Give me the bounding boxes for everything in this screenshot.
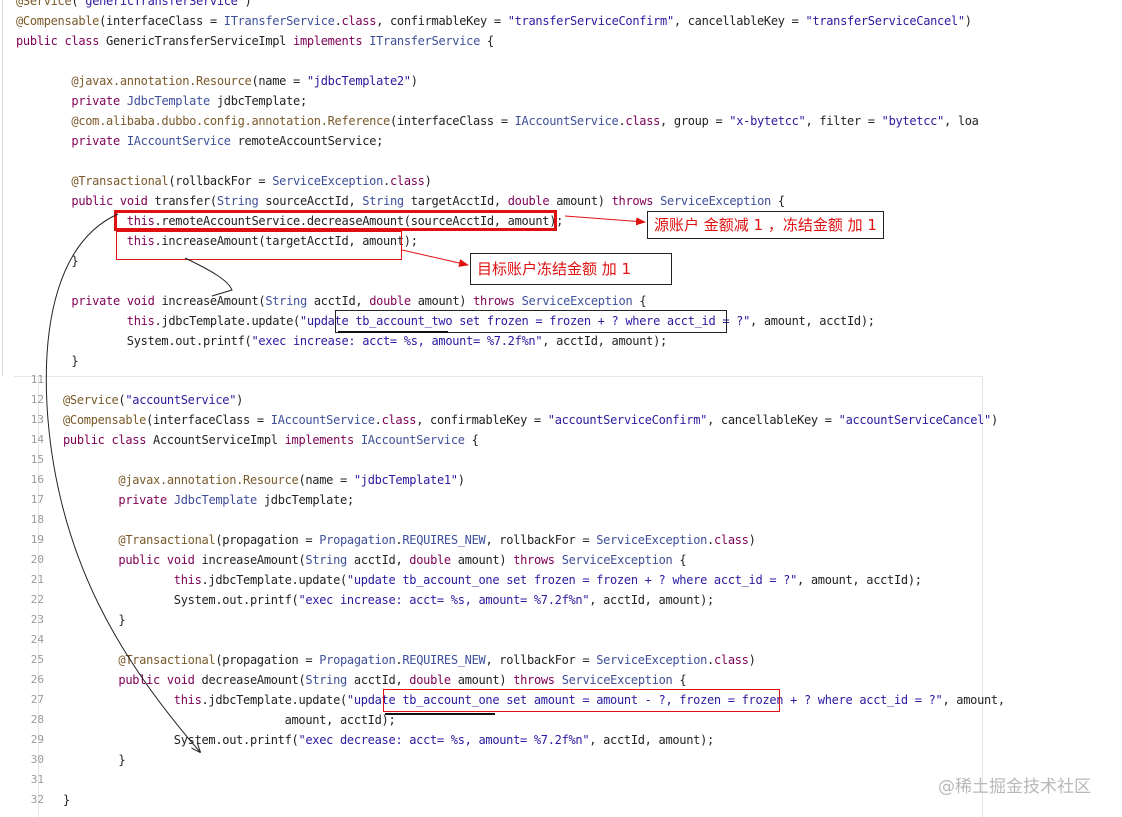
code-line: @Compensable(interfaceClass = IAccountSe… [63,413,998,427]
increase-call-highlight [116,231,402,260]
code-line: private JdbcTemplate jdbcTemplate; [118,493,354,507]
code-line: @com.alibaba.dubbo.config.annotation.Ref… [71,114,979,128]
line-number: 11 [30,373,44,386]
code-line: } [63,613,126,627]
code-line: private void increaseAmount(String acctI… [71,294,647,308]
line-number: 19 [30,533,44,546]
line-number: 27 [30,693,44,706]
line-number: 22 [30,593,44,606]
line-number: 15 [30,453,44,466]
line-number: 29 [30,733,44,746]
code-line: } [63,753,126,767]
line-number: 31 [30,773,44,786]
line-number: 28 [30,713,44,726]
code-line: this.jdbcTemplate.update("update tb_acco… [173,573,922,587]
code-line: @Transactional(propagation = Propagation… [118,533,756,547]
code-line: @Transactional(rollbackFor = ServiceExce… [71,174,432,188]
code-line: public class GenericTransferServiceImpl … [16,34,494,48]
code-line: @Transactional(propagation = Propagation… [118,653,756,667]
code-line: } [16,354,79,368]
line-number: 32 [30,793,44,806]
code-line: @javax.annotation.Resource(name = "jdbcT… [71,74,418,88]
code-line: } [16,254,79,268]
line-number: 12 [30,393,44,406]
code-line: @javax.annotation.Resource(name = "jdbcT… [118,473,465,487]
line-number: 14 [30,433,44,446]
code-line: public class AccountServiceImpl implemen… [63,433,479,447]
code-line: public void transfer(String sourceAcctId… [71,194,785,208]
code-line: } [63,793,70,807]
sql-one-highlight [383,689,780,712]
code-line: @Service("accountService") [63,393,244,407]
target-account-label: 目标账户冻结金额 加 1 [470,253,672,285]
line-number: 17 [30,493,44,506]
line-number: 20 [30,553,44,566]
code-line: System.out.printf("exec increase: acct= … [16,334,667,348]
code-line: public void increaseAmount(String acctId… [118,553,687,567]
line-number: 24 [30,633,44,646]
line-number: 18 [30,513,44,526]
code-line: System.out.printf("exec decrease: acct= … [63,733,714,747]
code-line: amount, acctId); [63,713,396,727]
code-line: private IAccountService remoteAccountSer… [71,134,384,148]
line-number: 13 [30,413,44,426]
line-number: 23 [30,613,44,626]
line-number: 21 [30,573,44,586]
line-number: 16 [30,473,44,486]
code-line: @Service("genericTransferService") [16,0,252,8]
line-number: 25 [30,653,44,666]
line-number: 30 [30,753,44,766]
line-number: 26 [30,673,44,686]
code-line: System.out.printf("exec increase: acct= … [63,593,714,607]
watermark: @稀土掘金技术社区 [938,777,1091,797]
decrease-call-highlight [114,210,557,231]
code-line: @Compensable(interfaceClass = ITransferS… [16,14,972,28]
code-line: private JdbcTemplate jdbcTemplate; [71,94,307,108]
editor-left-rule [2,0,3,376]
sql-two-highlight [335,310,727,333]
source-account-label: 源账户 金额减 1 ，冻结金额 加 1 [647,211,884,239]
code-line: public void decreaseAmount(String acctId… [118,673,687,687]
